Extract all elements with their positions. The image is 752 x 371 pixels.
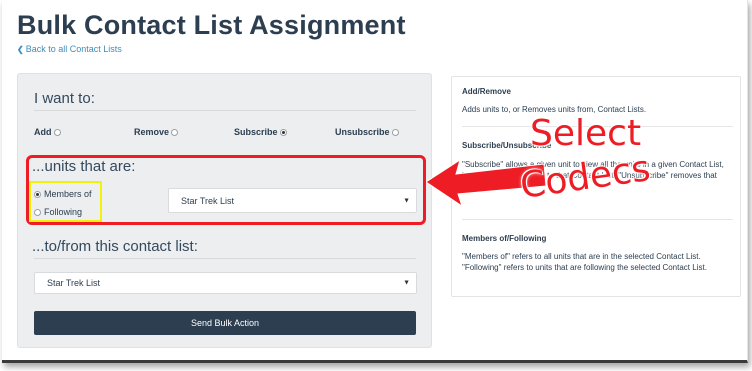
help-title-add-remove: Add/Remove <box>462 87 511 96</box>
action-unsubscribe-radio[interactable]: Unsubscribe <box>335 127 399 137</box>
target-list-value: Star Trek List <box>47 278 101 288</box>
action-subscribe-label: Subscribe <box>234 127 278 137</box>
unit-type-following-label: Following <box>44 207 83 217</box>
unit-type-following-radio[interactable]: Following <box>34 207 82 217</box>
help-title-members-following: Members of/Following <box>462 234 547 243</box>
help-text-subscribe: "Subscribe" allows a given unit to view … <box>462 160 724 191</box>
radio-icon[interactable] <box>53 128 61 136</box>
caret-down-icon: ▼ <box>403 197 410 204</box>
back-link[interactable]: ❮ Back to all Contact Lists <box>17 44 122 54</box>
radio-icon[interactable] <box>171 128 179 136</box>
units-list-select[interactable]: Star Trek List ▼ <box>168 188 417 213</box>
divider <box>34 258 416 259</box>
unit-type-members-label: Members of <box>44 189 92 199</box>
bulk-action-form: I want to: Add Remove Subscribe Unsubscr… <box>17 73 432 348</box>
radio-icon[interactable] <box>391 128 399 136</box>
page-title: Bulk Contact List Assignment <box>17 10 406 40</box>
action-add-label: Add <box>34 127 52 137</box>
action-add-radio[interactable]: Add <box>34 127 61 137</box>
action-remove-label: Remove <box>134 127 170 137</box>
action-heading: I want to: <box>34 90 95 107</box>
radio-selected-icon[interactable] <box>279 128 287 136</box>
units-list-value: Star Trek List <box>181 195 235 206</box>
divider <box>34 110 416 111</box>
target-list-select[interactable]: Star Trek List ▼ <box>34 272 417 294</box>
back-link-label: Back to all Contact Lists <box>25 44 122 54</box>
divider <box>462 219 733 220</box>
help-panel: Add/Remove Adds units to, or Removes uni… <box>451 76 741 297</box>
caret-down-icon: ▼ <box>403 279 410 287</box>
radio-selected-icon[interactable] <box>34 190 41 198</box>
units-heading: ...units that are: <box>32 158 136 175</box>
action-remove-radio[interactable]: Remove <box>134 127 179 137</box>
help-title-subscribe: Subscribe/Unsubscribe <box>462 141 552 150</box>
target-heading: ...to/from this contact list: <box>32 238 198 255</box>
radio-icon[interactable] <box>34 208 41 216</box>
unit-type-members-radio[interactable]: Members of <box>34 189 92 199</box>
divider <box>462 126 733 127</box>
help-text-members-following: "Members of" refers to all units that ar… <box>462 252 707 272</box>
chevron-left-icon: ❮ <box>17 45 24 54</box>
action-unsubscribe-label: Unsubscribe <box>335 127 390 137</box>
action-subscribe-radio[interactable]: Subscribe <box>234 127 287 137</box>
help-text-add-remove: Adds units to, or Removes units from, Co… <box>462 105 647 114</box>
send-bulk-action-button[interactable]: Send Bulk Action <box>34 311 416 335</box>
